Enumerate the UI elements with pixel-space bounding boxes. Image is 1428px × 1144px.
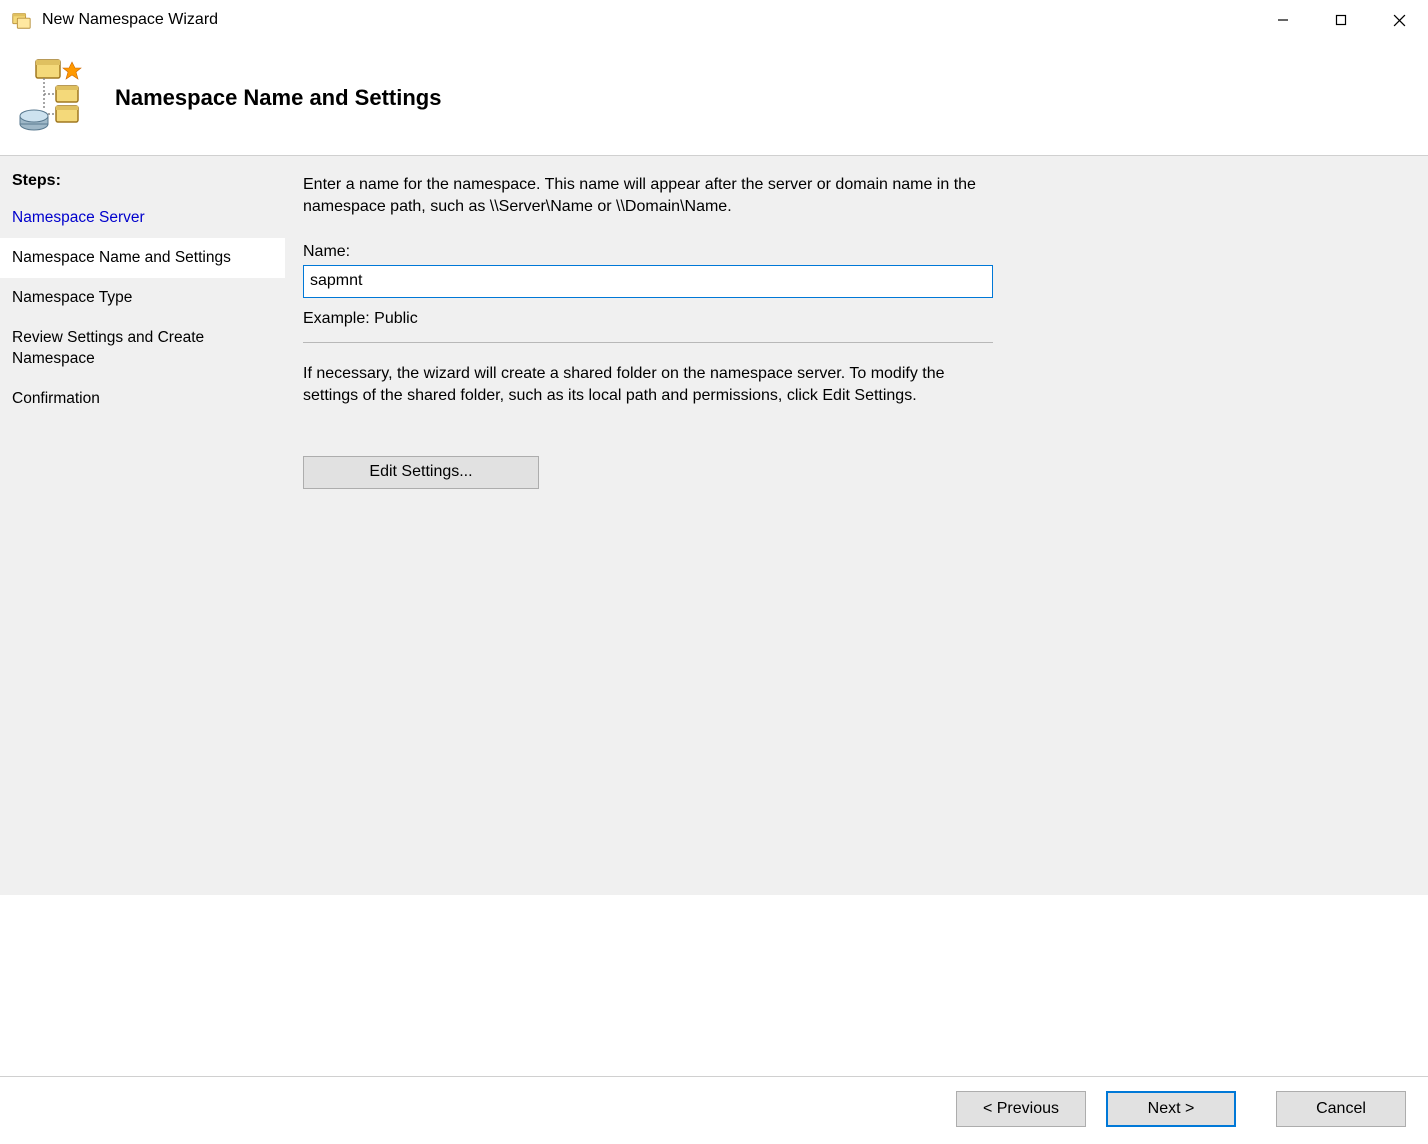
name-label: Name:	[303, 243, 1400, 261]
step-review-create[interactable]: Review Settings and Create Namespace	[0, 318, 285, 378]
steps-header: Steps:	[0, 168, 285, 198]
previous-button[interactable]: < Previous	[956, 1091, 1086, 1127]
close-button[interactable]	[1370, 0, 1428, 40]
maximize-button[interactable]	[1312, 0, 1370, 40]
window-controls	[1254, 0, 1428, 40]
wizard-folder-tree-icon	[14, 58, 89, 138]
cancel-button[interactable]: Cancel	[1276, 1091, 1406, 1127]
step-confirmation[interactable]: Confirmation	[0, 379, 285, 419]
example-text: Example: Public	[303, 310, 1400, 342]
steps-panel: Steps: Namespace Server Namespace Name a…	[0, 156, 285, 895]
name-input[interactable]	[303, 265, 993, 298]
helper-text: If necessary, the wizard will create a s…	[303, 363, 1003, 408]
step-namespace-server[interactable]: Namespace Server	[0, 198, 285, 238]
minimize-button[interactable]	[1254, 0, 1312, 40]
window-title: New Namespace Wizard	[42, 11, 1254, 29]
wizard-footer: < Previous Next > Cancel	[0, 1076, 1428, 1140]
edit-settings-button[interactable]: Edit Settings...	[303, 456, 539, 489]
main-panel: Enter a name for the namespace. This nam…	[285, 156, 1428, 895]
wizard-body: Steps: Namespace Server Namespace Name a…	[0, 155, 1428, 895]
instruction-text: Enter a name for the namespace. This nam…	[303, 174, 1003, 243]
divider	[303, 342, 993, 343]
page-title: Namespace Name and Settings	[115, 85, 441, 111]
titlebar: New Namespace Wizard	[0, 0, 1428, 40]
step-namespace-type[interactable]: Namespace Type	[0, 278, 285, 318]
step-namespace-name-settings[interactable]: Namespace Name and Settings	[0, 238, 285, 278]
namespace-wizard-icon	[10, 9, 32, 31]
wizard-header: Namespace Name and Settings	[0, 40, 1428, 155]
next-button[interactable]: Next >	[1106, 1091, 1236, 1127]
